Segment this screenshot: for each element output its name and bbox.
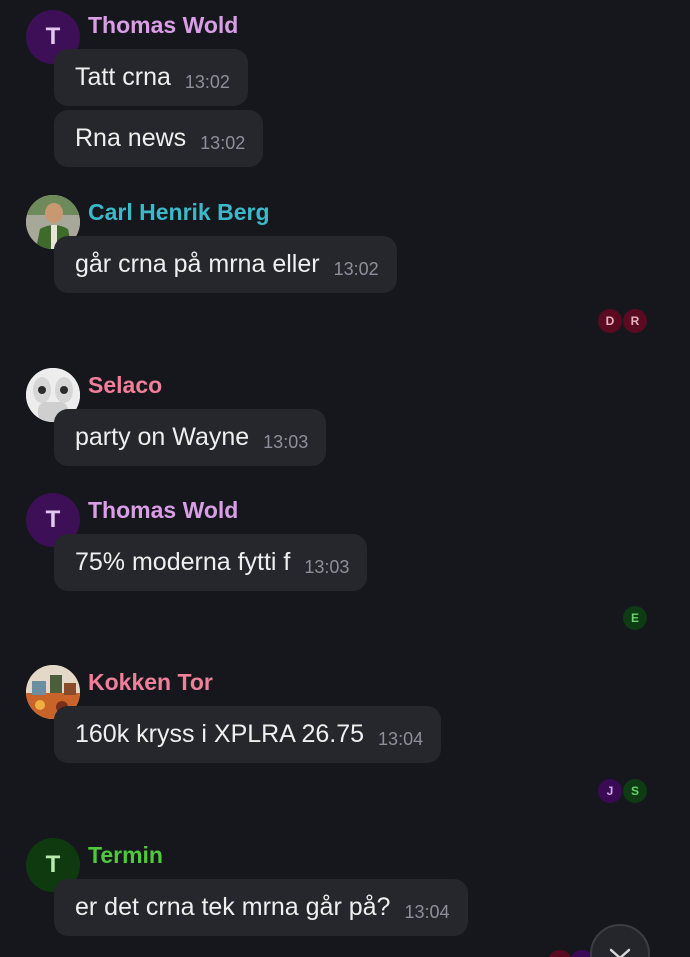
message-text: party on Wayne [75,423,250,451]
sender-name[interactable]: Selaco [88,372,162,399]
message-bubble[interactable]: er det crna tek mrna går på? 13:04 [54,879,468,936]
message-timestamp: 13:02 [200,133,246,153]
message-text: Rna news [75,124,187,152]
message-text: 160k kryss i XPLRA 26.75 [75,720,365,748]
sender-name[interactable]: Thomas Wold [88,497,238,524]
message-timestamp: 13:04 [378,729,424,749]
message-text: er det crna tek mrna går på? [75,893,391,921]
read-receipt-avatar[interactable] [548,950,572,957]
sender-name[interactable]: Kokken Tor [88,669,213,696]
message-timestamp: 13:02 [333,259,379,279]
read-receipt-avatar[interactable]: D [598,309,622,333]
sender-name[interactable]: Thomas Wold [88,12,238,39]
message-timestamp: 13:04 [404,902,450,922]
sender-name[interactable]: Termin [88,842,163,869]
message-timestamp: 13:03 [304,557,350,577]
message-bubble[interactable]: 75% moderna fytti f 13:03 [54,534,368,591]
message-bubble[interactable]: går crna på mrna eller 13:02 [54,236,397,293]
read-receipt-avatar[interactable]: S [623,779,647,803]
sender-name[interactable]: Carl Henrik Berg [88,199,270,226]
message-text: går crna på mrna eller [75,250,320,278]
message-bubble[interactable]: Rna news 13:02 [54,110,264,167]
message-text: Tatt crna [75,63,171,91]
chat-timeline[interactable]: T Thomas Wold Tatt crna 13:02 Rna news 1… [0,0,690,957]
read-receipt-avatar[interactable]: R [623,309,647,333]
chevron-down-icon [609,948,631,957]
message-bubble[interactable]: 160k kryss i XPLRA 26.75 13:04 [54,706,442,763]
message-bubble[interactable]: Tatt crna 13:02 [54,49,248,106]
read-receipt-avatar[interactable]: J [598,779,622,803]
message-timestamp: 13:03 [263,432,309,452]
message-text: 75% moderna fytti f [75,548,291,576]
read-receipt-avatar[interactable]: E [623,606,647,630]
message-bubble[interactable]: party on Wayne 13:03 [54,409,327,466]
scroll-to-bottom-button[interactable] [590,924,650,957]
message-timestamp: 13:02 [184,72,230,92]
